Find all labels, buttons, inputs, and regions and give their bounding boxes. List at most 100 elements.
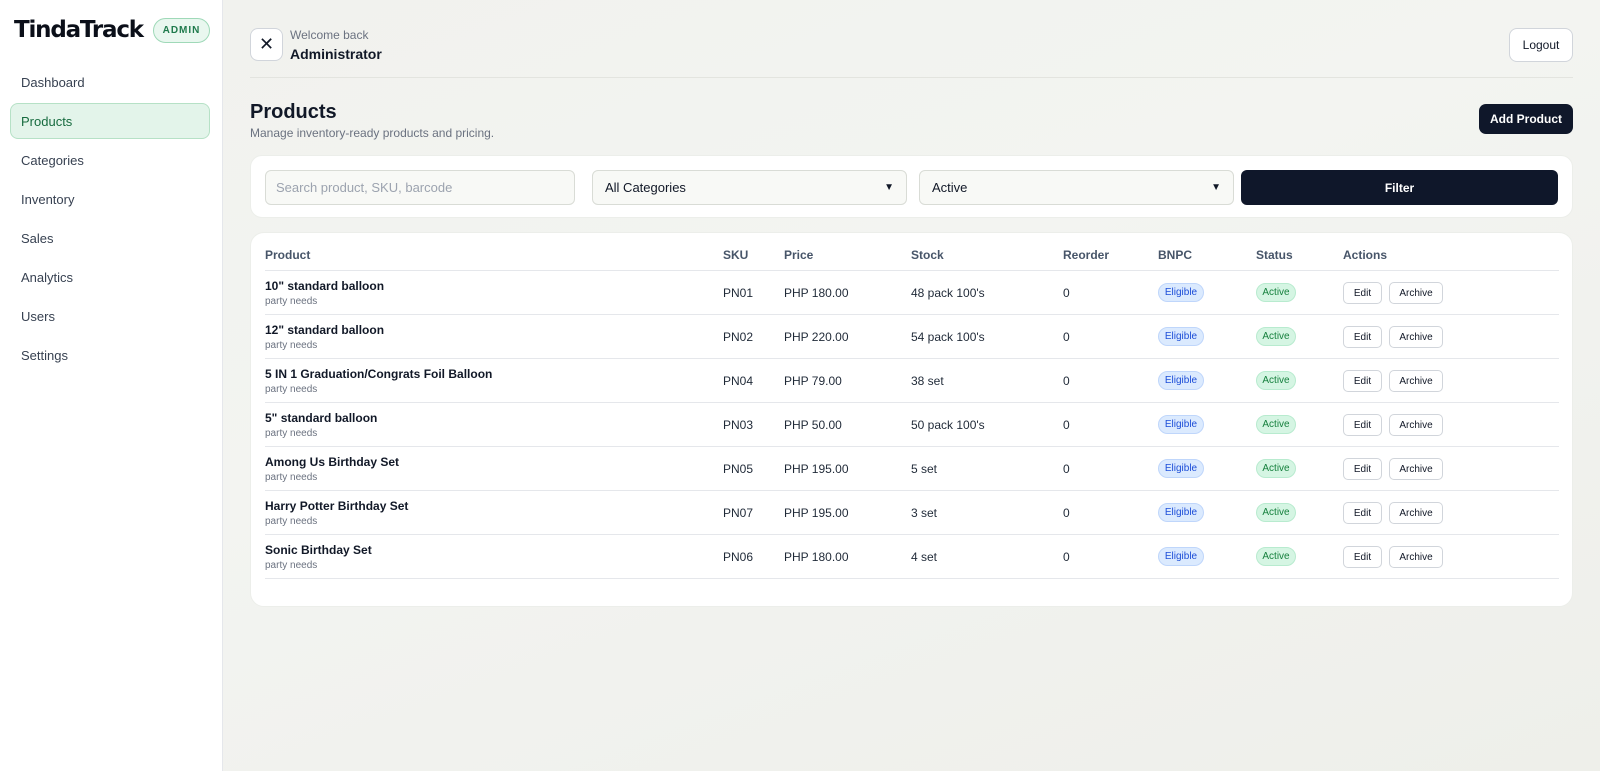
- edit-button[interactable]: Edit: [1343, 326, 1382, 348]
- user-name: Administrator: [290, 46, 382, 62]
- logout-button[interactable]: Logout: [1509, 28, 1573, 62]
- status-select[interactable]: Active ▼: [919, 170, 1234, 205]
- product-sku: PN05: [723, 462, 754, 476]
- product-price: PHP 180.00: [784, 550, 849, 564]
- archive-button[interactable]: Archive: [1389, 414, 1443, 436]
- edit-button[interactable]: Edit: [1343, 502, 1382, 524]
- table-row: 5 IN 1 Graduation/Congrats Foil Balloon p…: [265, 359, 1559, 403]
- product-category: party needs: [265, 428, 318, 439]
- sidebar-item-analytics[interactable]: Analytics: [10, 259, 210, 295]
- product-sku: PN01: [723, 286, 754, 300]
- product-category: party needs: [265, 472, 318, 483]
- edit-button[interactable]: Edit: [1343, 546, 1382, 568]
- archive-button[interactable]: Archive: [1389, 458, 1443, 480]
- product-name: 5" standard balloon: [265, 411, 378, 425]
- bnpc-badge: Eligible: [1158, 415, 1204, 434]
- archive-button[interactable]: Archive: [1389, 326, 1443, 348]
- page-title: Products: [250, 101, 337, 123]
- page-subtitle: Manage inventory-ready products and pric…: [250, 126, 495, 140]
- product-category: party needs: [265, 340, 318, 351]
- status-badge: Active: [1256, 371, 1296, 390]
- add-product-button[interactable]: Add Product: [1479, 104, 1573, 134]
- product-price: PHP 195.00: [784, 506, 849, 520]
- archive-button[interactable]: Archive: [1389, 282, 1443, 304]
- filter-button[interactable]: Filter: [1241, 170, 1558, 205]
- col-product: Product: [265, 248, 311, 262]
- status-badge: Active: [1256, 415, 1296, 434]
- product-sku: PN02: [723, 330, 754, 344]
- category-select[interactable]: All Categories ▼: [592, 170, 907, 205]
- archive-button[interactable]: Archive: [1389, 546, 1443, 568]
- product-reorder: 0: [1063, 418, 1070, 432]
- products-table: Product SKU Price Stock Reorder BNPC Sta…: [250, 232, 1573, 607]
- product-sku: PN03: [723, 418, 754, 432]
- product-reorder: 0: [1063, 286, 1070, 300]
- sidebar: TindaTrack ADMIN Dashboard Products Cate…: [0, 0, 223, 771]
- product-name: 5 IN 1 Graduation/Congrats Foil Balloon: [265, 367, 493, 381]
- product-sku: PN06: [723, 550, 754, 564]
- product-category: party needs: [265, 516, 318, 527]
- sidebar-item-categories[interactable]: Categories: [10, 142, 210, 178]
- product-stock: 38 set: [911, 374, 944, 388]
- table-row: Sonic Birthday Set party needs PN06 PHP 180…: [265, 535, 1559, 579]
- bnpc-badge: Eligible: [1158, 327, 1204, 346]
- table-row: 12" standard balloon party needs PN02 PHP 2…: [265, 315, 1559, 359]
- product-stock: 5 set: [911, 462, 938, 476]
- product-category: party needs: [265, 384, 318, 395]
- sidebar-item-users[interactable]: Users: [10, 298, 210, 334]
- product-reorder: 0: [1063, 330, 1070, 344]
- archive-button[interactable]: Archive: [1389, 370, 1443, 392]
- app-logo[interactable]: TindaTrack: [14, 17, 144, 43]
- search-input[interactable]: [265, 170, 575, 205]
- status-badge: Active: [1256, 547, 1296, 566]
- edit-button[interactable]: Edit: [1343, 370, 1382, 392]
- product-name: Harry Potter Birthday Set: [265, 499, 409, 513]
- close-icon: ✕: [258, 34, 275, 54]
- filter-card: All Categories ▼ Active ▼ Filter: [250, 155, 1573, 218]
- col-bnpc: BNPC: [1158, 248, 1193, 262]
- admin-badge: ADMIN: [153, 18, 210, 43]
- product-reorder: 0: [1063, 506, 1070, 520]
- bnpc-badge: Eligible: [1158, 283, 1204, 302]
- product-name: 12" standard balloon: [265, 323, 385, 337]
- bnpc-badge: Eligible: [1158, 371, 1204, 390]
- col-status: Status: [1256, 248, 1293, 262]
- product-stock: 4 set: [911, 550, 938, 564]
- archive-button[interactable]: Archive: [1389, 502, 1443, 524]
- sidebar-item-inventory[interactable]: Inventory: [10, 181, 210, 217]
- product-reorder: 0: [1063, 462, 1070, 476]
- status-select-value: Active: [932, 180, 968, 195]
- chevron-down-icon: ▼: [884, 182, 894, 193]
- status-badge: Active: [1256, 327, 1296, 346]
- sidebar-nav: Dashboard Products Categories Inventory …: [10, 64, 210, 376]
- main-content: ✕ Welcome back Administrator Logout Prod…: [223, 0, 1600, 771]
- product-reorder: 0: [1063, 374, 1070, 388]
- product-price: PHP 180.00: [784, 286, 849, 300]
- welcome-text: Welcome back: [290, 28, 369, 42]
- product-price: PHP 195.00: [784, 462, 849, 476]
- bnpc-badge: Eligible: [1158, 547, 1204, 566]
- bnpc-badge: Eligible: [1158, 503, 1204, 522]
- edit-button[interactable]: Edit: [1343, 282, 1382, 304]
- sidebar-item-sales[interactable]: Sales: [10, 220, 210, 256]
- sidebar-item-products[interactable]: Products: [10, 103, 210, 139]
- product-price: PHP 50.00: [784, 418, 842, 432]
- col-price: Price: [784, 248, 814, 262]
- close-sidebar-button[interactable]: ✕: [250, 28, 283, 61]
- table-row: 5" standard balloon party needs PN03 PHP 50…: [265, 403, 1559, 447]
- bnpc-badge: Eligible: [1158, 459, 1204, 478]
- sidebar-item-dashboard[interactable]: Dashboard: [10, 64, 210, 100]
- status-badge: Active: [1256, 283, 1296, 302]
- product-stock: 3 set: [911, 506, 938, 520]
- col-actions: Actions: [1343, 248, 1388, 262]
- product-stock: 54 pack 100's: [911, 330, 985, 344]
- table-header: Product SKU Price Stock Reorder BNPC Sta…: [265, 233, 1559, 271]
- product-stock: 48 pack 100's: [911, 286, 985, 300]
- product-category: party needs: [265, 560, 318, 571]
- product-sku: PN04: [723, 374, 754, 388]
- edit-button[interactable]: Edit: [1343, 414, 1382, 436]
- sidebar-item-settings[interactable]: Settings: [10, 337, 210, 373]
- col-stock: Stock: [911, 248, 944, 262]
- edit-button[interactable]: Edit: [1343, 458, 1382, 480]
- product-name: Among Us Birthday Set: [265, 455, 400, 469]
